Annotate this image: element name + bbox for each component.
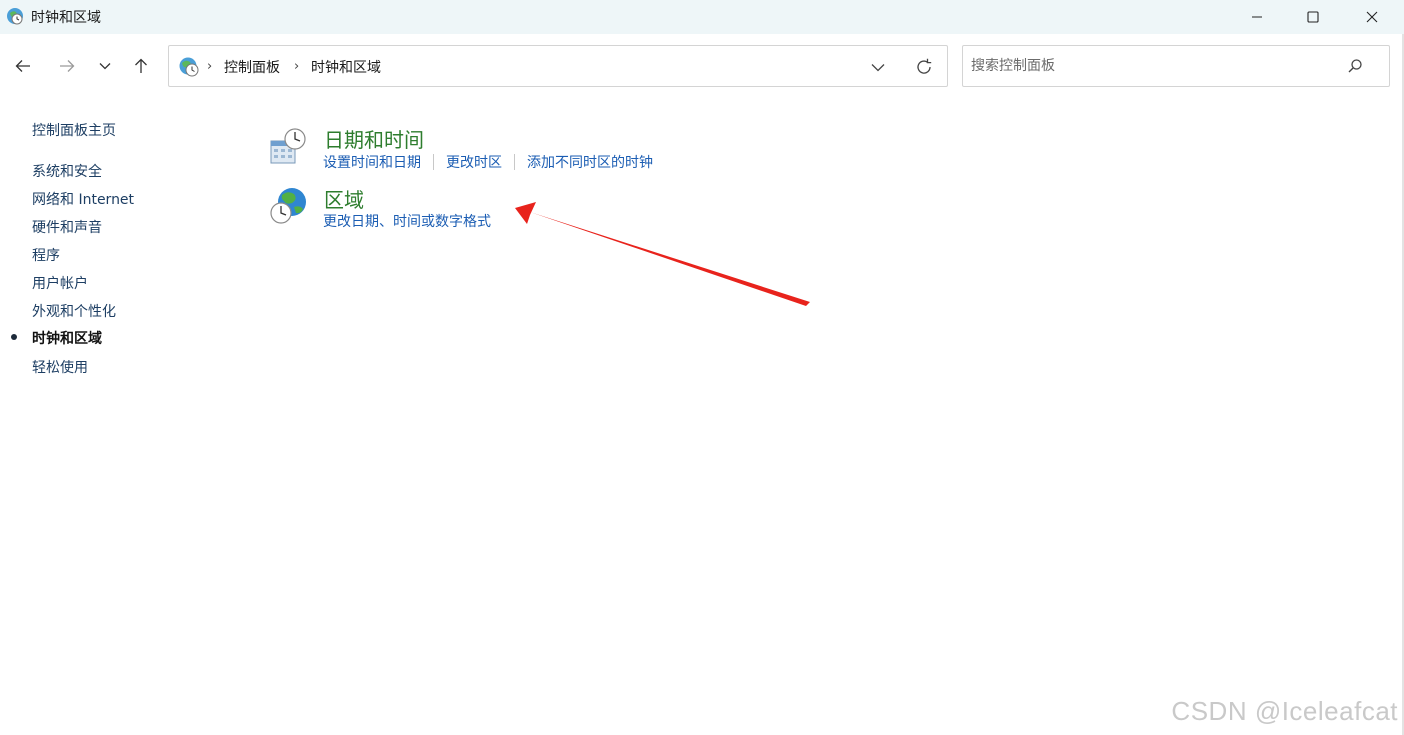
watermark: CSDN @Iceleafcat [1171, 696, 1398, 726]
annotation-arrow [515, 202, 810, 306]
